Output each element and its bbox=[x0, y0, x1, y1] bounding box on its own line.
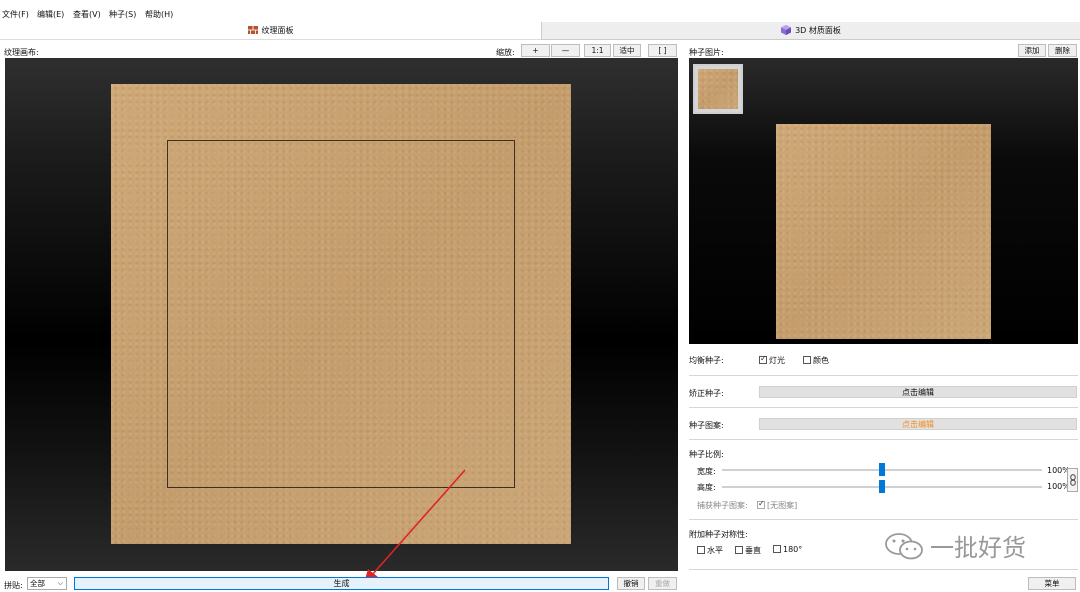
texture-canvas[interactable] bbox=[5, 58, 678, 571]
seed-pattern-edit-button[interactable]: 点击编辑 bbox=[759, 418, 1077, 430]
capture-pattern-label: 捕获种子图案: bbox=[697, 501, 748, 510]
tab-texture-label: 纹理面板 bbox=[261, 26, 294, 35]
tab-material-label: 3D 材质面板 bbox=[795, 26, 841, 35]
zoom-label: 缩放: bbox=[496, 48, 515, 57]
checkbox-icon bbox=[803, 356, 811, 364]
watermark: 一批好货 bbox=[884, 528, 1026, 563]
menu-file[interactable]: 文件(F) bbox=[2, 9, 29, 20]
checkbox-icon bbox=[773, 545, 781, 553]
balance-seed-label: 均衡种子: bbox=[689, 356, 724, 365]
tab-texture-panel[interactable]: 纹理面板 bbox=[0, 22, 541, 40]
seed-scale-label: 种子比例: bbox=[689, 450, 724, 459]
menu-help[interactable]: 帮助(H) bbox=[145, 9, 173, 20]
menu-edit[interactable]: 编辑(E) bbox=[37, 9, 64, 20]
checkbox-icon bbox=[735, 546, 743, 554]
actual-size-button[interactable]: 1:1 bbox=[584, 44, 611, 57]
divider bbox=[689, 569, 1078, 570]
brick-icon bbox=[247, 25, 258, 36]
light-checkbox[interactable]: 灯光 bbox=[759, 354, 785, 366]
symmetry-horizontal-checkbox[interactable]: 水平 bbox=[697, 545, 723, 556]
tile-label: 拼贴: bbox=[4, 581, 23, 590]
divider bbox=[689, 407, 1078, 408]
canvas-label: 纹理画布: bbox=[4, 48, 39, 57]
fullscreen-button[interactable]: [ ] bbox=[648, 44, 677, 57]
divider bbox=[689, 375, 1078, 376]
width-label: 宽度: bbox=[697, 467, 716, 476]
add-seed-button[interactable]: 添加 bbox=[1018, 44, 1046, 57]
seed-pattern-label: 种子图案: bbox=[689, 421, 724, 430]
checkbox-icon bbox=[697, 546, 705, 554]
tile-select[interactable]: 全部 ⌵ bbox=[27, 577, 67, 590]
checkbox-checked-icon bbox=[757, 499, 765, 509]
wechat-icon bbox=[885, 532, 923, 559]
seed-main-image bbox=[776, 124, 991, 339]
symmetry-vertical-checkbox[interactable]: 垂直 bbox=[735, 545, 761, 556]
menu-bar: 文件(F) 编辑(E) 查看(V) 种子(S) 帮助(H) bbox=[0, 0, 1080, 22]
divider bbox=[689, 439, 1078, 440]
height-slider-thumb[interactable] bbox=[879, 480, 885, 493]
app-window: 文件(F) 编辑(E) 查看(V) 种子(S) 帮助(H) 纹理面板 3D 材质… bbox=[0, 0, 1080, 592]
zoom-in-button[interactable]: + bbox=[521, 44, 550, 57]
chevron-down-icon: ⌵ bbox=[57, 579, 63, 587]
divider bbox=[689, 519, 1078, 520]
watermark-text: 一批好货 bbox=[930, 534, 1026, 562]
checkbox-checked-icon bbox=[759, 354, 767, 364]
symmetry-label: 附加种子对称性: bbox=[689, 530, 748, 539]
zoom-out-button[interactable]: — bbox=[551, 44, 580, 57]
menu-view[interactable]: 查看(V) bbox=[73, 9, 101, 20]
generate-button[interactable]: 生成 bbox=[74, 577, 609, 590]
capture-pattern-checkbox[interactable]: [无图案] bbox=[757, 499, 797, 511]
correct-seed-edit-button[interactable]: 点击编辑 bbox=[759, 386, 1077, 398]
delete-seed-button[interactable]: 删除 bbox=[1048, 44, 1077, 57]
width-slider-thumb[interactable] bbox=[879, 463, 885, 476]
seed-image-label: 种子图片: bbox=[689, 48, 724, 57]
undo-button[interactable]: 撤销 bbox=[617, 577, 645, 590]
menu-button[interactable]: 菜单 bbox=[1028, 577, 1076, 590]
menu-seed[interactable]: 种子(S) bbox=[109, 9, 136, 20]
seed-thumbnail[interactable] bbox=[693, 64, 743, 114]
color-checkbox[interactable]: 颜色 bbox=[803, 355, 829, 366]
tile-select-value: 全部 bbox=[30, 579, 45, 588]
seed-region-frame bbox=[167, 140, 515, 488]
correct-seed-label: 矫正种子: bbox=[689, 389, 724, 398]
redo-button[interactable]: 重做 bbox=[648, 577, 677, 590]
texture-image bbox=[111, 84, 571, 544]
height-label: 高度: bbox=[697, 483, 716, 492]
fit-button[interactable]: 适中 bbox=[613, 44, 641, 57]
cube-icon bbox=[781, 24, 792, 37]
tab-material-panel[interactable]: 3D 材质面板 bbox=[541, 22, 1080, 40]
seed-preview bbox=[689, 58, 1078, 344]
link-icon[interactable] bbox=[1067, 468, 1078, 492]
symmetry-180-checkbox[interactable]: 180° bbox=[773, 545, 802, 554]
